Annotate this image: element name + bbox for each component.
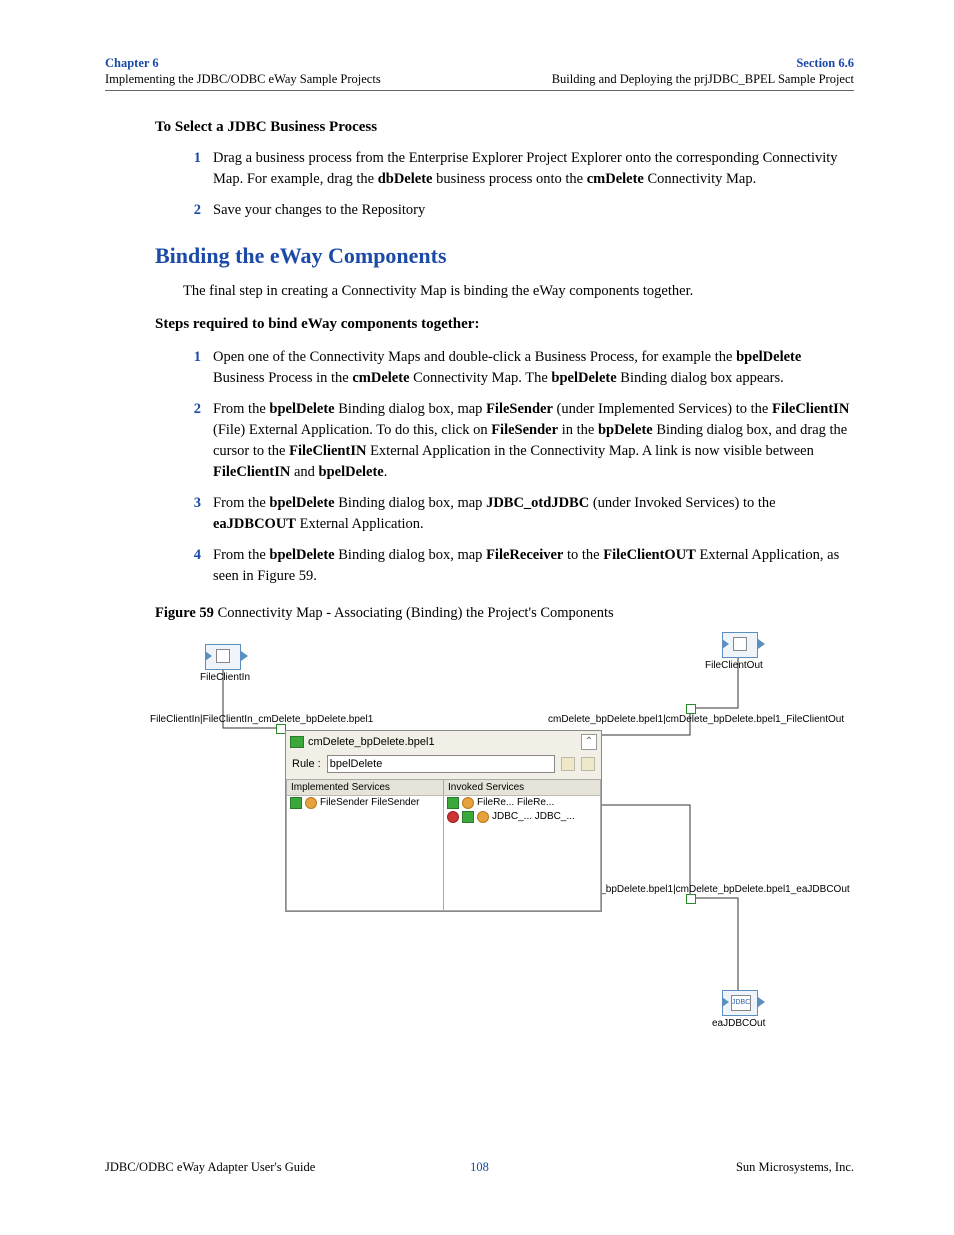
footer-page-number: 108 xyxy=(470,1160,489,1175)
list-item-body: From the bpelDelete Binding dialog box, … xyxy=(213,493,854,535)
bp-icon xyxy=(290,736,304,748)
steps-heading: Steps required to bind eWay components t… xyxy=(155,316,854,333)
heading-binding-eway: Binding the eWay Components xyxy=(155,243,854,269)
implemented-services-header: Implemented Services xyxy=(287,780,443,796)
rule-icon-2[interactable] xyxy=(581,757,595,771)
figure-number: Figure 59 xyxy=(155,605,214,621)
page-footer: JDBC/ODBC eWay Adapter User's Guide 108 … xyxy=(105,1160,854,1175)
service-item-filereceiver[interactable]: FileRe... FileRe... xyxy=(444,796,600,810)
list-item-body: Save your changes to the Repository xyxy=(213,200,854,221)
connector-node[interactable] xyxy=(686,704,696,714)
ea-jdbc-out-icon[interactable]: JDBC xyxy=(722,990,758,1016)
implemented-services-panel: Implemented Services FileSender FileSend… xyxy=(286,779,444,911)
service-type-icon xyxy=(462,811,474,823)
list-number: 2 xyxy=(181,200,201,221)
footer-right: Sun Microsystems, Inc. xyxy=(736,1160,854,1175)
list-number: 3 xyxy=(181,493,201,535)
rule-input[interactable] xyxy=(327,755,555,773)
file-client-in-icon[interactable] xyxy=(205,644,241,670)
connectivity-map-diagram: FileClientIn FileClientOut FileClientIn|… xyxy=(150,630,870,1040)
section-heading-select-process: To Select a JDBC Business Process xyxy=(155,119,854,136)
rule-label: Rule : xyxy=(292,758,321,770)
jdbc-badge: JDBC xyxy=(731,995,751,1011)
service-type-icon xyxy=(290,797,302,809)
list-item-body: From the bpelDelete Binding dialog box, … xyxy=(213,545,854,587)
rule-row: Rule : xyxy=(286,753,601,779)
list-item-body: Open one of the Connectivity Maps and do… xyxy=(213,347,854,389)
service-item-filesender[interactable]: FileSender FileSender xyxy=(287,796,443,810)
list-number: 4 xyxy=(181,545,201,587)
binding-dialog-title-row: cmDelete_bpDelete.bpel1 ⌃ xyxy=(286,731,601,753)
page-header: Chapter 6 Implementing the JDBC/ODBC eWa… xyxy=(105,55,854,91)
connector-label-right-top: cmDelete_bpDelete.bpel1|cmDelete_bpDelet… xyxy=(548,714,844,725)
footer-left: JDBC/ODBC eWay Adapter User's Guide xyxy=(105,1160,315,1175)
intro-paragraph: The final step in creating a Connectivit… xyxy=(183,281,854,302)
service-type-icon xyxy=(447,797,459,809)
list-item-body: From the bpelDelete Binding dialog box, … xyxy=(213,399,854,483)
section-subtitle: Building and Deploying the prjJDBC_BPEL … xyxy=(552,71,854,87)
list-number: 1 xyxy=(181,347,201,389)
chapter-label: Chapter 6 xyxy=(105,55,381,71)
service-link-icon xyxy=(305,797,317,809)
file-client-out-label: FileClientOut xyxy=(705,660,763,671)
list-number: 2 xyxy=(181,399,201,483)
list-number: 1 xyxy=(181,148,201,190)
binding-dialog-title: cmDelete_bpDelete.bpel1 xyxy=(308,736,435,748)
connector-label-left: FileClientIn|FileClientIn_cmDelete_bpDel… xyxy=(150,714,373,725)
binding-dialog[interactable]: cmDelete_bpDelete.bpel1 ⌃ Rule : Impleme… xyxy=(285,730,602,912)
service-link-icon xyxy=(462,797,474,809)
service-new-icon xyxy=(447,811,459,823)
file-client-out-icon[interactable] xyxy=(722,632,758,658)
service-link-icon xyxy=(477,811,489,823)
section-label: Section 6.6 xyxy=(552,55,854,71)
invoked-services-header: Invoked Services xyxy=(444,780,600,796)
bind-steps-list: 1 Open one of the Connectivity Maps and … xyxy=(105,347,854,587)
ea-jdbc-out-label: eaJDBCOut xyxy=(712,1018,765,1029)
chapter-subtitle: Implementing the JDBC/ODBC eWay Sample P… xyxy=(105,71,381,87)
connector-node[interactable] xyxy=(686,894,696,904)
rule-icon-1[interactable] xyxy=(561,757,575,771)
file-client-in-label: FileClientIn xyxy=(200,672,250,683)
list-item-body: Drag a business process from the Enterpr… xyxy=(213,148,854,190)
figure-title: Connectivity Map - Associating (Binding)… xyxy=(214,605,614,621)
collapse-icon[interactable]: ⌃ xyxy=(581,734,597,750)
invoked-services-panel: Invoked Services FileRe... FileRe... JDB… xyxy=(444,779,601,911)
figure-caption: Figure 59 Connectivity Map - Associating… xyxy=(155,605,854,622)
select-process-list: 1 Drag a business process from the Enter… xyxy=(105,148,854,221)
service-item-jdbc[interactable]: JDBC_... JDBC_... xyxy=(444,810,600,824)
